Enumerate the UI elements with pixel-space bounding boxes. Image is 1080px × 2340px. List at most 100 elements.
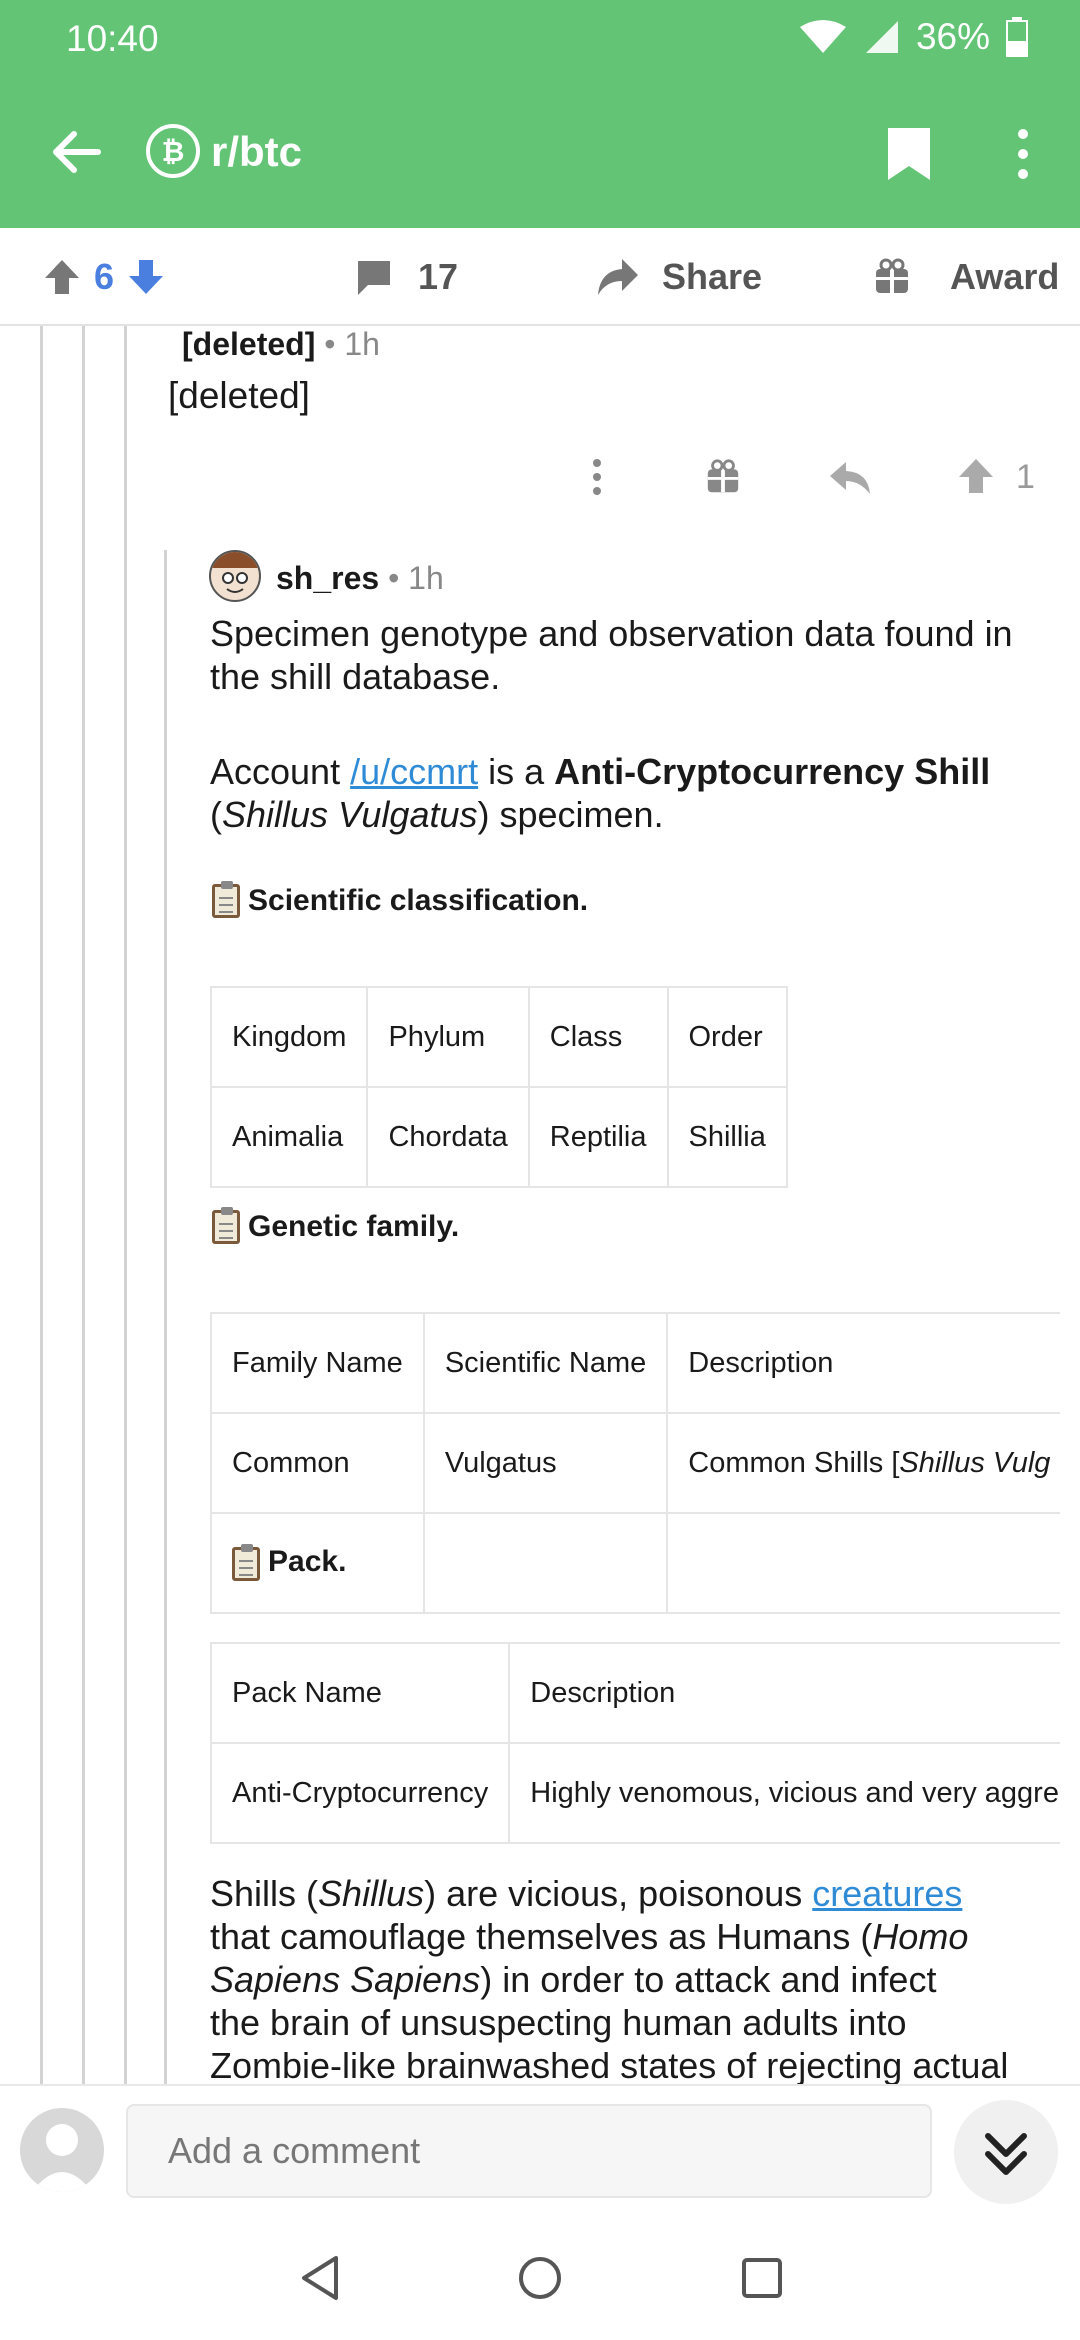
table-cell: Reptilia — [527, 1086, 669, 1188]
comment-author[interactable]: [deleted] — [182, 326, 315, 362]
table-cell: Phylum — [366, 986, 530, 1088]
thread-line[interactable] — [164, 550, 167, 2084]
overflow-menu-icon[interactable] — [1008, 126, 1038, 182]
table-cell: Common — [210, 1412, 425, 1514]
post-action-bar: 6 17 Share Award — [0, 228, 1080, 326]
table-cell: Kingdom — [209, 986, 369, 1088]
gift-icon — [876, 258, 908, 293]
upvote-icon[interactable] — [42, 257, 82, 297]
user-link[interactable]: /u/ccmrt — [350, 751, 478, 792]
table-header-row: Pack Name Description — [210, 1642, 1060, 1744]
table-row: Animalia Chordata Reptilia Shillia — [209, 1086, 788, 1188]
comment-meta: sh_res • 1h — [276, 560, 444, 596]
comment-intro: Specimen genotype and observation data f… — [210, 613, 1013, 697]
comment-upvote-count: 1 — [1016, 458, 1035, 496]
comment-count: 17 — [418, 256, 459, 297]
avatar-face-icon — [211, 552, 259, 593]
bitcoin-icon: ₿ — [162, 135, 185, 168]
table-cell: Family Name — [210, 1312, 425, 1414]
collapse-comments-button[interactable] — [954, 2100, 1058, 2204]
account-paren: ( — [210, 794, 222, 835]
nav-recents-icon[interactable] — [740, 2256, 784, 2300]
comment-more-icon[interactable] — [590, 458, 604, 496]
table-cell: Animalia — [209, 1086, 369, 1188]
table-cell: Scientific Name — [422, 1312, 669, 1414]
account-prefix: Account — [210, 751, 351, 792]
table-row: Pack. — [210, 1512, 1060, 1614]
cell-signal-icon — [865, 21, 898, 53]
thread-line[interactable] — [124, 326, 127, 2084]
deleted-comment-meta: [deleted] • 1h — [182, 326, 380, 362]
author-avatar[interactable] — [209, 550, 261, 602]
deleted-comment-body: [deleted] — [168, 375, 310, 416]
table-cell: Shillia — [666, 1086, 788, 1188]
table-row: Anti-Cryptocurrency Highly venomous, vic… — [210, 1742, 1060, 1844]
status-icons: 36% — [798, 16, 1028, 58]
nav-home-icon[interactable] — [516, 2254, 564, 2302]
app-bar: 10:40 36% ₿ r/btc — [0, 0, 1080, 228]
table-cell: Anti-Cryptocurrency — [210, 1742, 511, 1844]
bookmark-icon[interactable] — [886, 126, 932, 182]
share-label: Share — [662, 256, 763, 297]
comments-button[interactable]: 17 — [354, 228, 458, 326]
account-mid: is a — [478, 751, 555, 792]
table-cell: Highly venomous, vicious and very aggre — [508, 1742, 1060, 1844]
table-cell: Pack. — [210, 1512, 425, 1614]
table-cell — [666, 1512, 1060, 1614]
award-button[interactable]: Award — [872, 228, 1059, 326]
table-cell: Common Shills [Shillus Vulg — [666, 1412, 1060, 1514]
vote-group: 6 — [42, 228, 166, 326]
table-header-row: Kingdom Phylum Class Order — [209, 986, 788, 1088]
classification-table: Kingdom Phylum Class Order Animalia Chor… — [209, 986, 788, 1188]
comment-award-icon[interactable] — [704, 458, 742, 496]
account-bold: Anti-Cryptocurrency Shill — [554, 751, 991, 792]
back-arrow-icon[interactable] — [44, 120, 108, 184]
user-silhouette-icon — [32, 2124, 92, 2192]
table-header-row: Family Name Scientific Name Description — [210, 1312, 1060, 1414]
genetic-table-scroll[interactable]: Family Name Scientific Name Description … — [210, 1312, 1060, 1622]
thread-line[interactable] — [40, 326, 43, 2084]
share-button[interactable]: Share — [596, 228, 762, 326]
table-row: Common Vulgatus Common Shills [Shillus V… — [210, 1412, 1060, 1514]
comment-account-line: Account /u/ccmrt is a Anti-Cryptocurrenc… — [210, 750, 1050, 836]
status-time: 10:40 — [66, 18, 159, 59]
account-italic: Shillus Vulgatus — [222, 794, 478, 835]
user-avatar[interactable] — [20, 2108, 104, 2192]
account-suffix: ) specimen. — [477, 794, 664, 835]
comment-author[interactable]: sh_res — [276, 560, 379, 596]
pack-table-scroll[interactable]: Pack Name Description Anti-Cryptocurrenc… — [210, 1642, 1060, 1852]
nav-back-icon[interactable] — [298, 2254, 342, 2302]
clipboard-icon — [212, 1207, 240, 1244]
comment-compose-bar: Add a comment — [0, 2084, 1080, 2214]
creatures-link[interactable]: creatures — [812, 1873, 962, 1914]
table-cell: Description — [666, 1312, 1060, 1414]
comment-upvote-icon[interactable] — [956, 456, 996, 496]
comment-paragraph: Shills (Shillus) are vicious, poisonous … — [210, 1873, 1009, 2086]
share-icon — [598, 259, 638, 295]
table-cell: Pack Name — [210, 1642, 511, 1744]
battery-icon — [1006, 17, 1028, 57]
table-cell — [422, 1512, 669, 1614]
clipboard-icon — [232, 1543, 260, 1581]
subreddit-icon[interactable]: ₿ — [146, 124, 200, 178]
genetic-table: Family Name Scientific Name Description … — [210, 1312, 1060, 1614]
double-chevron-down-icon — [985, 2133, 1027, 2175]
comment-age: 1h — [408, 560, 444, 596]
thread-line[interactable] — [82, 326, 85, 2084]
comment-age: 1h — [344, 326, 380, 362]
svg-text:₿: ₿ — [162, 135, 185, 168]
post-score: 6 — [94, 256, 115, 297]
system-nav-bar — [0, 2214, 1080, 2340]
table-cell: Class — [527, 986, 669, 1088]
genetic-heading: Genetic family. — [212, 1207, 459, 1244]
comment-icon — [358, 261, 390, 295]
award-label: Award — [950, 256, 1060, 297]
pack-table: Pack Name Description Anti-Cryptocurrenc… — [210, 1642, 1060, 1844]
wifi-icon — [799, 20, 846, 53]
add-comment-input[interactable]: Add a comment — [126, 2104, 932, 2198]
classification-heading: Scientific classification. — [212, 881, 588, 918]
table-cell: Order — [666, 986, 788, 1088]
subreddit-name[interactable]: r/btc — [211, 128, 302, 176]
downvote-icon[interactable] — [126, 257, 166, 297]
reply-icon[interactable] — [828, 460, 872, 496]
